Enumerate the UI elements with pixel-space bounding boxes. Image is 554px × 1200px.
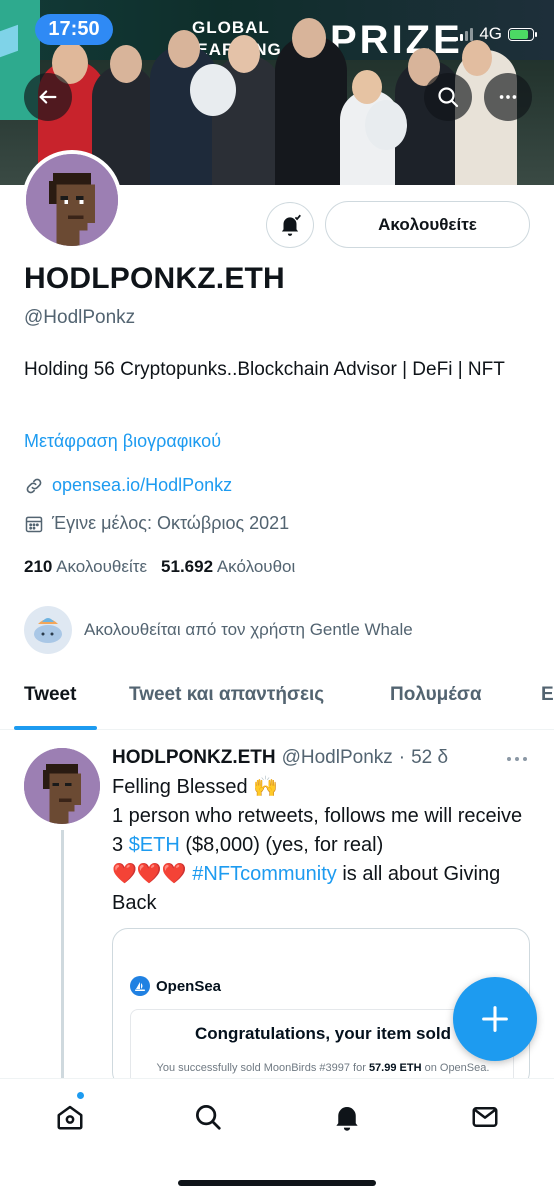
tweet-header: HODLPONKZ.ETH @HodlPonkz · 52 δ — [112, 747, 448, 769]
banner-person-head — [110, 45, 142, 83]
tweet-more-button[interactable] — [506, 747, 528, 770]
tweet-hearts-emoji: ❤️❤️❤️ — [112, 863, 187, 885]
sale-notice-suffix: on OpenSea. — [424, 1062, 490, 1074]
banner-person-head — [168, 30, 200, 68]
follower-avatar — [24, 606, 72, 654]
nav-messages-button[interactable] — [467, 1099, 503, 1135]
more-button[interactable] — [484, 73, 532, 121]
profile-avatar[interactable] — [22, 150, 122, 250]
tweet-hashtag-link[interactable]: #NFTcommunity — [192, 863, 336, 885]
search-icon — [196, 1105, 221, 1130]
tweet-line-2: 1 person who retweets, follows me will r… — [112, 802, 532, 860]
following-label: Ακολουθείτε — [56, 557, 148, 576]
status-time: 17:50 — [35, 14, 113, 45]
sale-notice-amount: 57.99 ETH — [368, 1062, 422, 1074]
followed-by-row[interactable]: Ακολουθείται από τον χρήστη Gentle Whale — [24, 606, 413, 654]
bell-check-icon — [281, 214, 301, 236]
notifications-toggle-button[interactable] — [266, 202, 314, 248]
nav-home-button[interactable] — [52, 1099, 88, 1135]
active-tab-indicator — [14, 726, 97, 730]
tweet-author-name[interactable]: HODLPONKZ.ETH — [112, 747, 276, 769]
more-icon — [507, 757, 527, 761]
home-notification-dot — [76, 1091, 85, 1100]
tweet-line-1: Felling Blessed 🙌 — [112, 776, 279, 798]
following-button[interactable]: Ακολουθείτε — [325, 201, 530, 248]
tab-likes-truncated[interactable]: Ει — [541, 684, 554, 706]
home-icon — [57, 1105, 83, 1130]
profile-bio: Holding 56 Cryptopunks..Blockchain Advis… — [24, 359, 505, 380]
cryptopunk-avatar-image — [26, 154, 118, 246]
mail-icon — [472, 1107, 498, 1127]
following-count: 210 — [24, 557, 53, 576]
tweet-text-segment: ($8,000) (yes, for real) — [185, 834, 384, 856]
opensea-logo: OpenSea — [130, 976, 221, 996]
tweet-author-handle[interactable]: @HodlPonkz — [282, 747, 393, 769]
tweet-separator: · — [398, 747, 406, 768]
followers-stat[interactable]: 51.692 Ακόλουθοι — [161, 557, 295, 577]
thread-line — [61, 830, 64, 1080]
banner-text-global: GLOBAL — [192, 18, 270, 37]
bell-icon — [336, 1107, 358, 1131]
sale-notice-detail: You successfully sold MoonBirds #3997 fo… — [131, 1062, 515, 1074]
plus-icon — [482, 1006, 508, 1032]
profile-website-link[interactable]: opensea.io/HodlPonkz — [52, 475, 232, 496]
followed-by-text: Ακολουθείται από τον χρήστη Gentle Whale — [84, 620, 413, 639]
banner-person-head — [462, 40, 492, 76]
arrow-left-icon — [39, 90, 57, 104]
opensea-icon — [130, 976, 150, 996]
cryptopunk-avatar-image — [24, 748, 100, 824]
tweet-body: Felling Blessed 🙌 1 person who retweets,… — [112, 773, 532, 918]
link-icon — [26, 478, 42, 493]
battery-icon — [508, 27, 537, 41]
banner-trophy — [190, 64, 236, 116]
search-icon — [438, 87, 459, 108]
tweet-cashtag-link[interactable]: $ETH — [129, 834, 180, 856]
following-stat[interactable]: 210 Ακολουθείτε — [24, 557, 147, 577]
tweet-line-3: ❤️❤️❤️ #NFTcommunity is all about Giving… — [112, 860, 532, 918]
profile-handle: @HodlPonkz — [24, 307, 136, 328]
profile-joined-row: Έγινε μέλος: Οκτώβριος 2021 — [24, 513, 289, 534]
banner-text-prize: PRIZE — [330, 18, 463, 62]
signal-icon — [455, 27, 474, 41]
compose-tweet-button[interactable] — [453, 977, 537, 1061]
tab-tweets[interactable]: Tweet — [24, 684, 76, 706]
profile-tabs: Tweet Tweet και απαντήσεις Πολυμέσα Ει — [0, 668, 554, 730]
tweet-time[interactable]: 52 δ — [411, 747, 448, 769]
whale-avatar-image — [34, 618, 62, 643]
banner-person-head — [228, 35, 260, 73]
profile-display-name: HODLPONKZ.ETH — [24, 262, 285, 295]
tweet-author-avatar[interactable] — [24, 748, 100, 824]
sale-notice-prefix: You successfully sold MoonBirds #3997 fo… — [156, 1062, 366, 1074]
search-button[interactable] — [424, 73, 472, 121]
banner-trophy — [365, 100, 407, 150]
nav-notifications-button[interactable] — [329, 1099, 365, 1135]
calendar-icon — [25, 516, 43, 532]
banner-person-head — [292, 18, 326, 58]
opensea-brand-text: OpenSea — [156, 977, 222, 995]
home-indicator — [178, 1180, 376, 1186]
profile-stats: 210 Ακολουθείτε 51.692 Ακόλουθοι — [24, 557, 295, 577]
profile-joined-date: Έγινε μέλος: Οκτώβριος 2021 — [52, 513, 290, 533]
translate-bio-link[interactable]: Μετάφραση βιογραφικού — [24, 431, 221, 452]
back-button[interactable] — [24, 73, 72, 121]
profile-website-row: opensea.io/HodlPonkz — [24, 475, 232, 496]
banner-person-head — [352, 70, 382, 104]
tab-tweets-and-replies[interactable]: Tweet και απαντήσεις — [129, 684, 324, 706]
more-icon — [499, 95, 517, 99]
followers-count: 51.692 — [161, 557, 214, 576]
network-label: 4G — [479, 24, 502, 43]
status-indicators: 4G — [455, 24, 537, 44]
tab-media[interactable]: Πολυμέσα — [390, 684, 482, 706]
followers-label: Ακόλουθοι — [216, 557, 296, 576]
nav-search-button[interactable] — [190, 1099, 226, 1135]
